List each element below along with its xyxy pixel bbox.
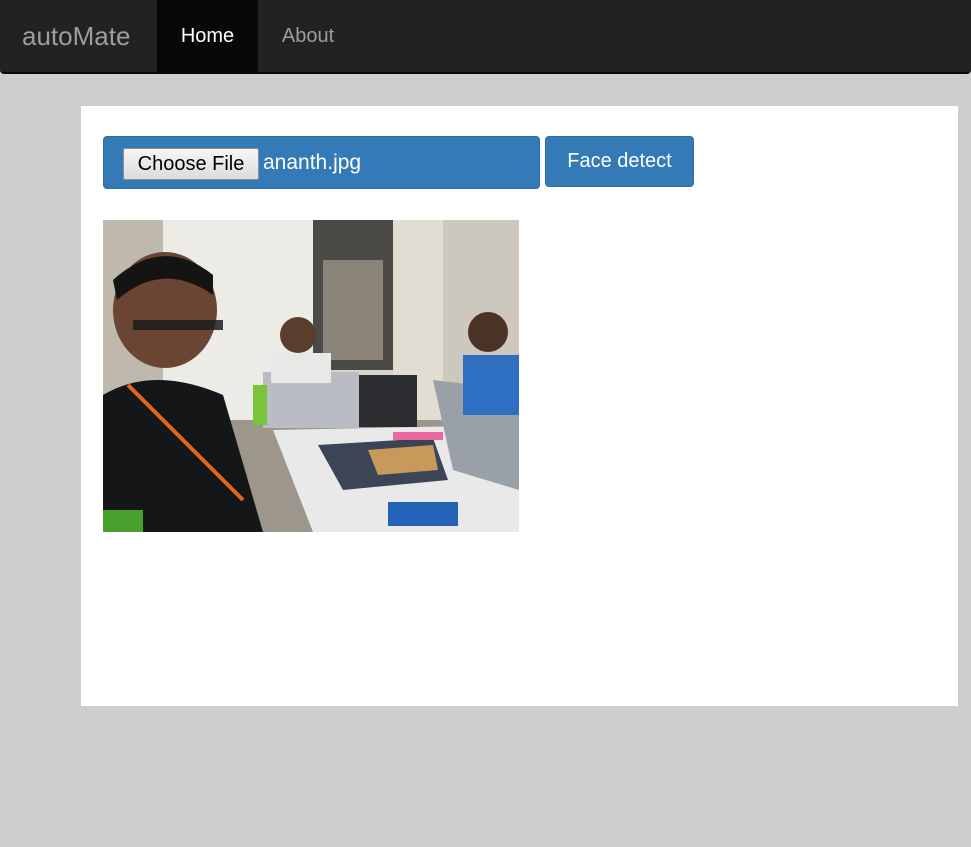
selected-file-name: ananth.jpg (263, 151, 362, 174)
file-input-group[interactable]: Choose File ananth.jpg (103, 136, 540, 189)
nav-home[interactable]: Home (157, 0, 258, 74)
brand-logo[interactable]: autoMate (22, 0, 130, 74)
main-panel: Choose File ananth.jpg Face detect (81, 106, 958, 706)
face-detect-button[interactable]: Face detect (545, 136, 694, 187)
uploaded-photo (103, 220, 519, 532)
nav-about[interactable]: About (258, 0, 358, 74)
top-navbar: autoMate Home About (0, 0, 971, 74)
choose-file-button[interactable]: Choose File (123, 148, 259, 180)
